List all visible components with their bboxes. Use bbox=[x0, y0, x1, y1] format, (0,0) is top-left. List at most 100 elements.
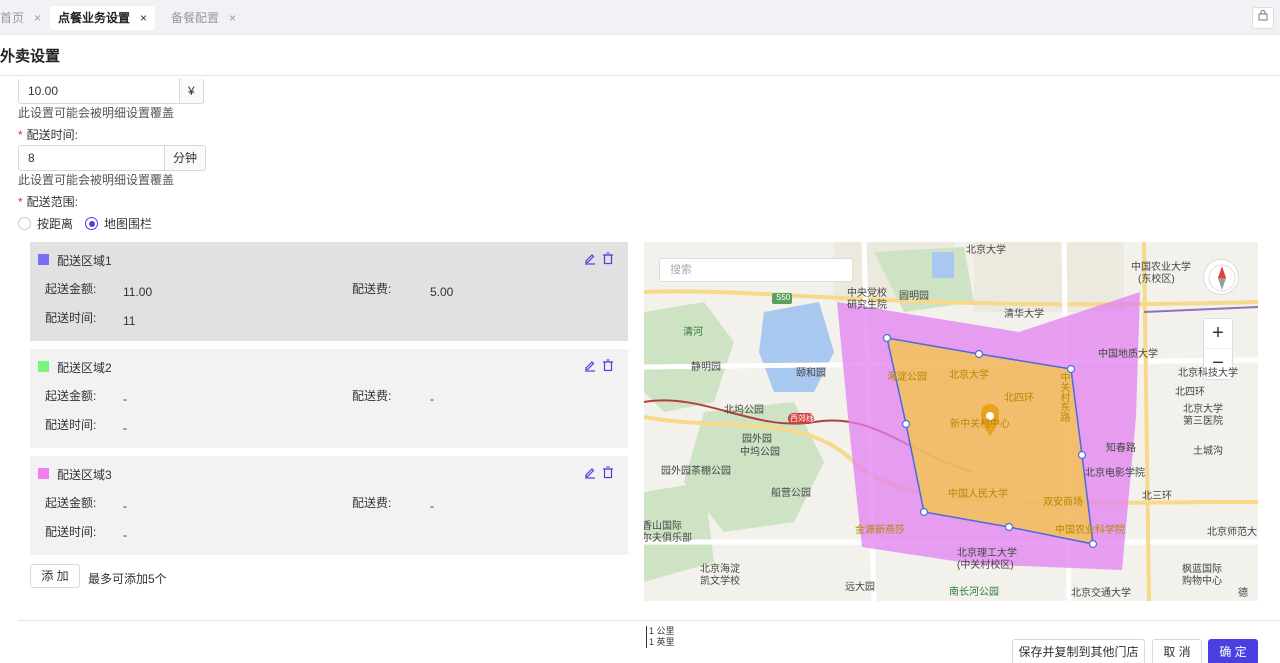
map-search-input[interactable]: 搜索 bbox=[659, 258, 853, 282]
map-label: 北京大学 bbox=[966, 245, 1006, 256]
map-label: 南长河公园 bbox=[949, 587, 999, 598]
zone-color-swatch bbox=[38, 361, 49, 372]
fee-input-group: 10.00 ¥ bbox=[18, 78, 204, 104]
zone-card-3[interactable]: 配送区域3 起送金额: - 配送费: - 配送时间: - bbox=[30, 456, 628, 555]
time-value: - bbox=[123, 421, 127, 435]
close-icon[interactable]: × bbox=[34, 11, 41, 25]
map-label: 北京科技大学 bbox=[1178, 368, 1238, 379]
zone-color-swatch bbox=[38, 468, 49, 479]
map-label: 北四环 bbox=[1175, 387, 1205, 398]
scale-mi: 1 英里 bbox=[649, 637, 675, 647]
map-label: 中国人民大学 bbox=[948, 489, 1008, 500]
zone-name: 配送区域3 bbox=[57, 468, 112, 482]
radio-circle[interactable] bbox=[18, 217, 31, 230]
map-label: 北三环 bbox=[1142, 491, 1172, 502]
add-limit-note: 最多可添加5个 bbox=[88, 572, 167, 586]
min-order-value: - bbox=[123, 392, 127, 406]
radio-circle-selected[interactable] bbox=[85, 217, 99, 230]
min-order-label: 起送金额: bbox=[45, 496, 97, 510]
fee-label: 配送费: bbox=[352, 389, 392, 403]
map-label: (东校区) bbox=[1138, 274, 1175, 285]
divider bbox=[18, 620, 1280, 621]
delivery-time-input[interactable]: 8 bbox=[18, 145, 165, 171]
edit-icon[interactable] bbox=[583, 358, 597, 372]
confirm-button[interactable]: 确 定 bbox=[1208, 639, 1258, 663]
currency-addon: ¥ bbox=[180, 78, 204, 104]
map-label: 清河 bbox=[683, 327, 703, 338]
min-order-value: 11.00 bbox=[123, 285, 153, 299]
map-label: 颐和园 bbox=[796, 368, 826, 379]
radio-map-fence[interactable]: 地图围栏 bbox=[85, 215, 152, 232]
tab-order-settings[interactable]: 点餐业务设置 × bbox=[50, 6, 156, 30]
tab-prep-config[interactable]: 备餐配置 × bbox=[163, 6, 244, 30]
map-label: 圆明园 bbox=[899, 291, 929, 302]
tab-home-label: 首页 bbox=[0, 11, 25, 25]
fee-label: 配送费: bbox=[352, 282, 392, 296]
map-label: S50 bbox=[776, 293, 791, 302]
map-label: 购物中心 bbox=[1182, 576, 1222, 587]
radio-by-distance[interactable]: 按距离 bbox=[18, 215, 73, 232]
map-label: 中坞公园 bbox=[740, 447, 780, 458]
map-label: 北京大学 bbox=[949, 370, 989, 381]
fee-input[interactable]: 10.00 bbox=[18, 78, 180, 104]
map-label: 第三医院 bbox=[1183, 416, 1223, 427]
map-label: 尔夫俱乐部 bbox=[644, 533, 692, 544]
map-label: 新中关村中心 bbox=[950, 419, 1010, 430]
map-label: 静明园 bbox=[691, 362, 721, 373]
time-value: - bbox=[123, 528, 127, 542]
trash-icon[interactable] bbox=[601, 251, 615, 265]
edit-icon[interactable] bbox=[583, 465, 597, 479]
min-order-value: - bbox=[123, 499, 127, 513]
cancel-button[interactable]: 取 消 bbox=[1152, 639, 1202, 663]
close-icon[interactable]: × bbox=[229, 11, 236, 25]
map-label: 北京交通大学 bbox=[1071, 588, 1131, 599]
page-title: 外卖设置 bbox=[0, 48, 61, 65]
zone-name: 配送区域1 bbox=[57, 254, 112, 268]
min-order-label: 起送金额: bbox=[45, 389, 97, 403]
trash-icon[interactable] bbox=[601, 465, 615, 479]
map-view[interactable]: S50 西郊线 搜索 + − 中国农业大学 (东校区) 北京大学 清华大学 中央… bbox=[644, 242, 1258, 601]
save-and-copy-button[interactable]: 保存并复制到其他门店 bbox=[1012, 639, 1145, 663]
edit-icon[interactable] bbox=[583, 251, 597, 265]
map-label: 金源新燕莎 bbox=[855, 525, 905, 536]
override-hint: 此设置可能会被明细设置覆盖 bbox=[18, 106, 175, 120]
tab-order-settings-label: 点餐业务设置 bbox=[58, 11, 131, 25]
delivery-range-label: * 配送范围: bbox=[18, 195, 79, 209]
fee-value: - bbox=[430, 392, 434, 406]
map-label: 清华大学 bbox=[1004, 309, 1044, 320]
map-label: 双安商场 bbox=[1043, 497, 1083, 508]
map-label: 海淀公园 bbox=[887, 372, 927, 383]
delivery-time-label: * 配送时间: bbox=[18, 128, 79, 142]
minutes-addon: 分钟 bbox=[165, 145, 207, 171]
trash-icon[interactable] bbox=[601, 358, 615, 372]
tab-bar: 首页 × 点餐业务设置 × 备餐配置 × bbox=[0, 0, 1280, 35]
fee-value: 5.00 bbox=[430, 285, 454, 299]
time-label: 配送时间: bbox=[45, 418, 97, 432]
min-order-label: 起送金额: bbox=[45, 282, 97, 296]
lock-icon[interactable] bbox=[1252, 7, 1274, 29]
time-label: 配送时间: bbox=[45, 311, 97, 325]
zoom-in-button[interactable]: + bbox=[1204, 319, 1232, 349]
map-label: 北京电影学院 bbox=[1085, 468, 1145, 479]
map-label: 研究生院 bbox=[847, 300, 887, 311]
map-label: 远大园 bbox=[845, 582, 875, 593]
close-icon[interactable]: × bbox=[140, 11, 147, 25]
zone-card-2[interactable]: 配送区域2 起送金额: - 配送费: - 配送时间: - bbox=[30, 349, 628, 448]
map-label: 西郊线 bbox=[790, 414, 814, 423]
fee-label: 配送费: bbox=[352, 496, 392, 510]
time-label: 配送时间: bbox=[45, 525, 97, 539]
zone-card-1[interactable]: 配送区域1 起送金额: 11.00 配送费: 5.00 配送时间: 11 bbox=[30, 242, 628, 341]
map-scale: 1 公里 1 英里 bbox=[646, 626, 675, 648]
map-label: 德 bbox=[1238, 588, 1248, 599]
scale-km: 1 公里 bbox=[649, 626, 675, 636]
map-label: 北京师范大 bbox=[1207, 527, 1257, 538]
tab-home[interactable]: 首页 × bbox=[0, 6, 49, 30]
zone-color-swatch bbox=[38, 254, 49, 265]
fee-value: - bbox=[430, 499, 434, 513]
map-label: 知春路 bbox=[1106, 443, 1136, 454]
compass-icon[interactable] bbox=[1203, 259, 1239, 295]
override-hint: 此设置可能会被明细设置覆盖 bbox=[18, 173, 175, 187]
add-zone-button[interactable]: 添 加 bbox=[30, 564, 80, 588]
map-label: 中国农业科学院 bbox=[1055, 525, 1125, 536]
tab-prep-config-label: 备餐配置 bbox=[171, 11, 220, 25]
